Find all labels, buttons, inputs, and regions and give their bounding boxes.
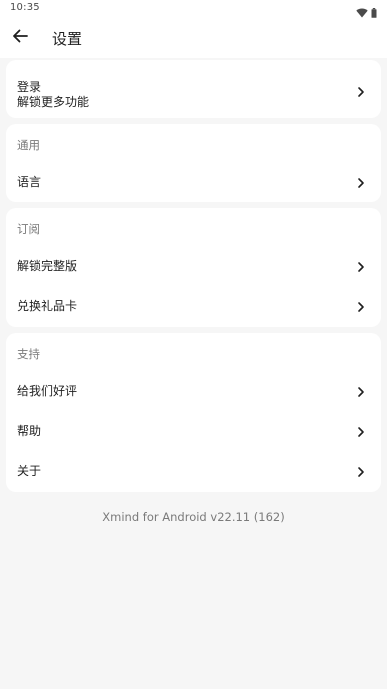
section-header-support: 支持 (17, 347, 40, 361)
chevron-right-icon (355, 298, 367, 312)
status-bar: 10:35 (0, 0, 387, 18)
arrow-left-icon (12, 28, 28, 48)
chevron-right-icon (355, 174, 367, 188)
settings-item-label: 帮助 (17, 424, 42, 438)
settings-item-about[interactable]: 关于 (6, 449, 381, 489)
settings-item-help[interactable]: 帮助 (6, 409, 381, 449)
chevron-right-icon (355, 463, 367, 477)
settings-item-label: 语言 (17, 175, 42, 189)
settings-item-label: 关于 (17, 464, 42, 478)
general-card: 通用 语言 (6, 124, 381, 202)
chevron-right-icon (355, 423, 367, 437)
settings-item-rate-us[interactable]: 给我们好评 (6, 369, 381, 409)
page-title: 设置 (52, 30, 83, 48)
login-row[interactable]: 登录 解锁更多功能 (6, 60, 381, 118)
settings-item-label: 解锁完整版 (17, 259, 78, 273)
login-subtitle: 解锁更多功能 (17, 95, 90, 109)
settings-item-label: 给我们好评 (17, 384, 78, 398)
settings-item-redeem-gift-card[interactable]: 兑换礼品卡 (6, 284, 381, 324)
settings-item-language[interactable]: 语言 (6, 160, 381, 200)
chevron-right-icon (355, 83, 367, 97)
chevron-right-icon (355, 258, 367, 272)
support-card: 支持 给我们好评 帮助 关于 (6, 333, 381, 492)
subscription-card: 订阅 解锁完整版 兑换礼品卡 (6, 208, 381, 327)
app-bar: 设置 (0, 18, 387, 58)
status-time: 10:35 (10, 2, 40, 13)
chevron-right-icon (355, 383, 367, 397)
app-version-text: Xmind for Android v22.11 (162) (102, 510, 285, 524)
back-button[interactable] (8, 26, 32, 50)
section-header-subscription: 订阅 (17, 222, 40, 236)
account-card: 登录 解锁更多功能 (6, 60, 381, 118)
settings-item-label: 兑换礼品卡 (17, 299, 78, 313)
settings-item-unlock-full[interactable]: 解锁完整版 (6, 244, 381, 284)
section-header-general: 通用 (17, 138, 40, 152)
